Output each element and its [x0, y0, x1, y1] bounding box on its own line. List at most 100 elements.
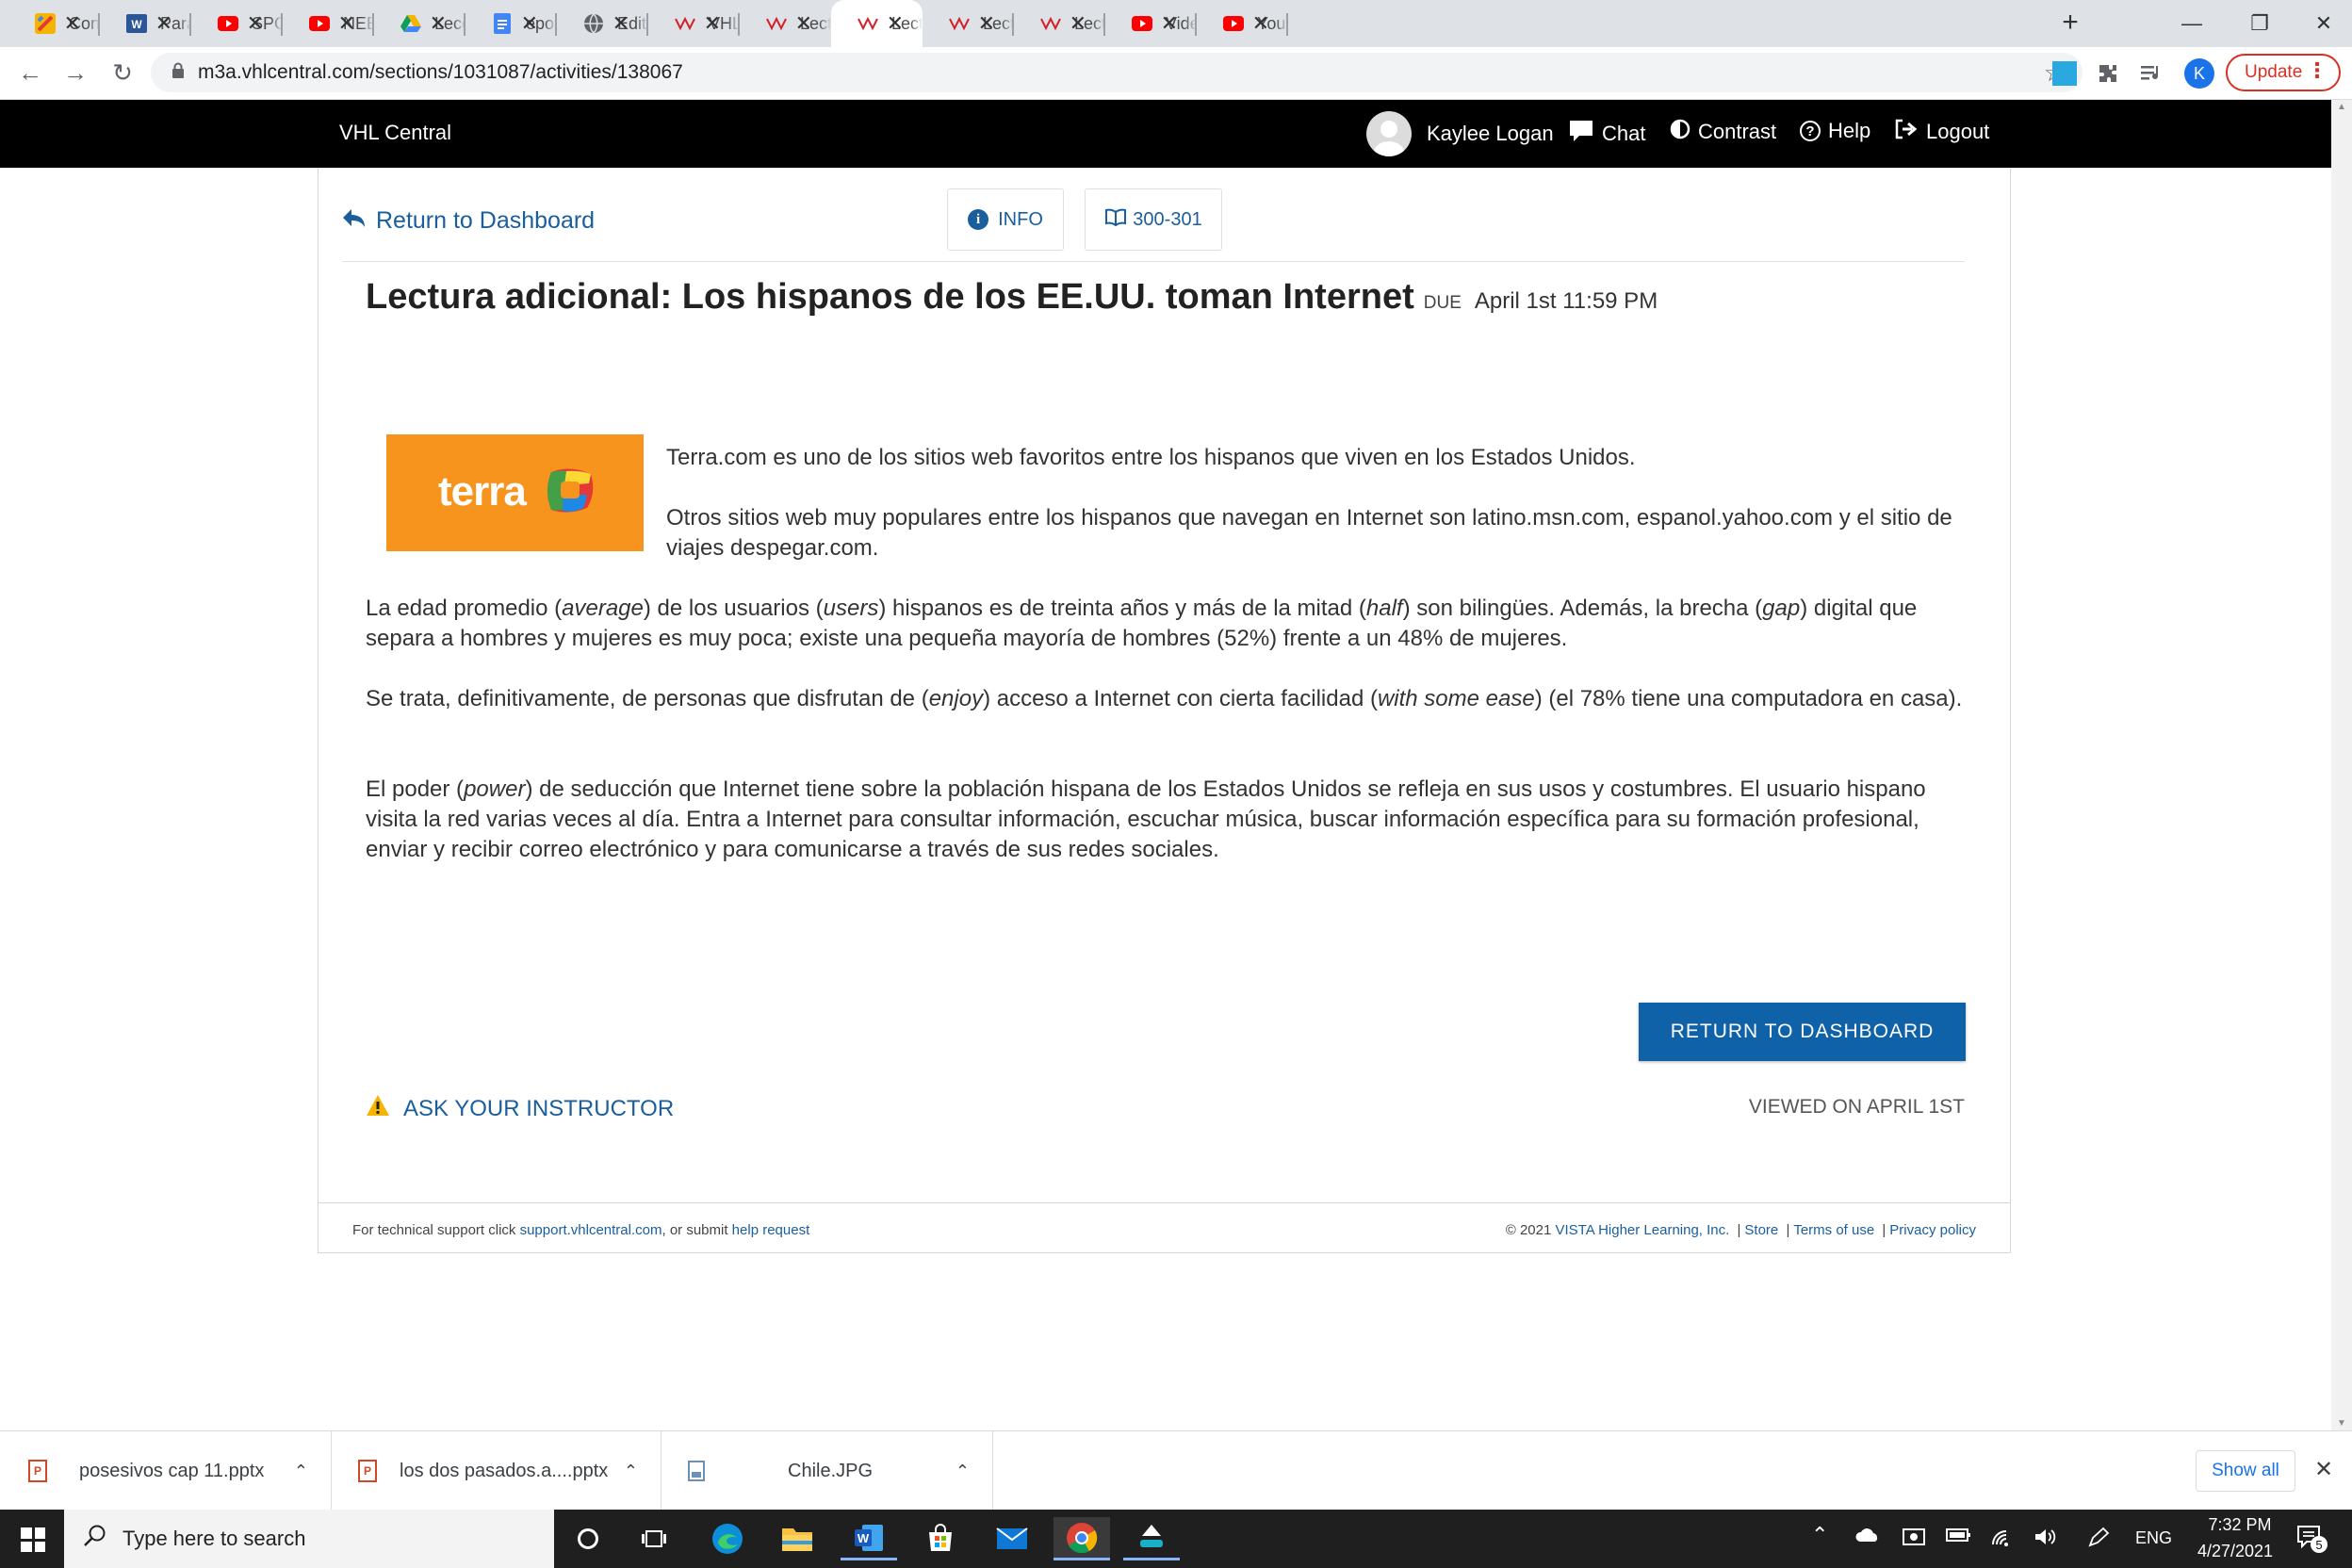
- browser-tab[interactable]: VHL Ce✕: [648, 0, 740, 47]
- windows-start-icon[interactable]: [21, 1527, 45, 1552]
- file-explorer-icon[interactable]: [769, 1517, 825, 1560]
- word-icon: W: [126, 13, 147, 34]
- download-item[interactable]: Chile.JPG ⌃: [662, 1431, 993, 1511]
- app-icon[interactable]: [1123, 1517, 1180, 1560]
- due-label: DUE: [1423, 293, 1462, 313]
- close-tab-icon[interactable]: ✕: [521, 11, 538, 36]
- close-tab-icon[interactable]: ✕: [1252, 11, 1269, 36]
- browser-tab[interactable]: Lectura✕: [923, 0, 1014, 47]
- url-text: m3a.vhlcentral.com/sections/1031087/acti…: [198, 61, 683, 83]
- company-link[interactable]: VISTA Higher Learning, Inc.: [1556, 1222, 1730, 1238]
- browser-tab[interactable]: Lectura✕: [1014, 0, 1105, 47]
- browser-tab[interactable]: Leccion✕: [374, 0, 466, 47]
- close-tab-icon[interactable]: ✕: [247, 11, 264, 36]
- forward-button[interactable]: →: [58, 58, 92, 88]
- minimize-button[interactable]: —: [2158, 0, 2226, 47]
- due-date: April 1st 11:59 PM: [1474, 288, 1658, 314]
- info-icon: i: [968, 209, 989, 230]
- restore-button[interactable]: ❐: [2226, 0, 2294, 47]
- support-link[interactable]: support.vhlcentral.com: [520, 1222, 662, 1238]
- meet-now-icon[interactable]: [1902, 1527, 1926, 1553]
- clock-time[interactable]: 7:32 PM: [2197, 1515, 2282, 1535]
- browser-tab[interactable]: WPara el✕: [100, 0, 191, 47]
- return-to-dashboard-button[interactable]: RETURN TO DASHBOARD: [1639, 1003, 1966, 1061]
- cortana-icon[interactable]: [560, 1517, 616, 1560]
- volume-icon[interactable]: [2034, 1527, 2058, 1553]
- close-tab-icon[interactable]: ✕: [1161, 11, 1178, 36]
- browser-tab[interactable]: Edit Pa✕: [557, 0, 648, 47]
- reload-button[interactable]: ↻: [106, 58, 139, 88]
- browser-tab[interactable]: NEEM ✕: [283, 0, 374, 47]
- word-icon[interactable]: W: [841, 1517, 897, 1560]
- mail-icon[interactable]: [984, 1517, 1040, 1560]
- close-tab-icon[interactable]: ✕: [978, 11, 995, 36]
- download-item[interactable]: P posesivos cap 11.pptx ⌃: [0, 1431, 332, 1511]
- info-button[interactable]: i INFO: [947, 188, 1064, 251]
- close-tab-icon[interactable]: ✕: [612, 11, 629, 36]
- close-tab-icon[interactable]: ✕: [155, 11, 172, 36]
- close-tab-icon[interactable]: ✕: [1070, 11, 1086, 36]
- globe-icon: [583, 13, 604, 34]
- page-scrollbar[interactable]: ▲ ▼: [2331, 100, 2352, 1430]
- close-shelf-icon[interactable]: ✕: [2314, 1456, 2333, 1483]
- address-bar[interactable]: m3a.vhlcentral.com/sections/1031087/acti…: [151, 53, 2082, 92]
- extension-icon[interactable]: [2050, 59, 2079, 88]
- help-request-link[interactable]: help request: [732, 1222, 810, 1238]
- puzzle-icon[interactable]: [2094, 59, 2122, 88]
- textbook-pages-button[interactable]: 300-301: [1085, 188, 1222, 251]
- help-link[interactable]: ? Help: [1800, 119, 1870, 143]
- edge-icon[interactable]: [699, 1517, 756, 1560]
- browser-tab[interactable]: eportfo✕: [466, 0, 557, 47]
- new-tab-button[interactable]: +: [2054, 8, 2086, 40]
- browser-tab[interactable]: SPOT Ti✕: [191, 0, 283, 47]
- update-button[interactable]: Update ⋮: [2226, 54, 2341, 91]
- download-item[interactable]: P los dos pasados.a....pptx ⌃: [332, 1431, 662, 1511]
- chat-link[interactable]: Chat: [1568, 119, 1645, 149]
- close-tab-icon[interactable]: ✕: [430, 11, 447, 36]
- notification-center-icon[interactable]: 5: [2295, 1523, 2328, 1557]
- user-menu[interactable]: Kaylee Logan: [1366, 111, 1554, 156]
- contrast-toggle[interactable]: Contrast: [1670, 119, 1776, 145]
- chevron-up-icon[interactable]: ⌃: [956, 1462, 970, 1481]
- show-all-downloads-button[interactable]: Show all: [2196, 1450, 2295, 1492]
- battery-icon[interactable]: [1945, 1527, 1971, 1549]
- browser-tab[interactable]: Content✕: [8, 0, 100, 47]
- browser-tab[interactable]: Video ✕: [1105, 0, 1197, 47]
- ask-instructor-link[interactable]: ASK YOUR INSTRUCTOR: [366, 1094, 674, 1123]
- terms-link[interactable]: Terms of use: [1793, 1222, 1874, 1238]
- return-to-dashboard-link[interactable]: Return to Dashboard: [342, 207, 595, 235]
- browser-tab[interactable]: Lectura✕: [740, 0, 831, 47]
- taskbar-search[interactable]: Type here to search: [64, 1510, 554, 1568]
- back-button[interactable]: ←: [13, 58, 47, 88]
- onedrive-icon[interactable]: [1854, 1527, 1881, 1549]
- close-tab-icon[interactable]: ✕: [64, 11, 81, 36]
- chevron-up-icon[interactable]: ⌃: [294, 1462, 308, 1481]
- wifi-icon[interactable]: [1990, 1527, 2015, 1553]
- contrast-label: Contrast: [1698, 120, 1777, 143]
- store-link[interactable]: Store: [1744, 1222, 1778, 1238]
- body-paragraph-2: Se trata, definitivamente, de personas q…: [366, 686, 1963, 711]
- profile-avatar[interactable]: K: [2184, 58, 2214, 89]
- brand-name: VHL Central: [339, 121, 452, 144]
- logout-icon: [1894, 119, 1919, 145]
- youtube-icon: [309, 13, 330, 34]
- browser-tab[interactable]: YouTub✕: [1197, 0, 1288, 47]
- clock-date[interactable]: 4/27/2021: [2186, 1542, 2284, 1561]
- close-tab-icon[interactable]: ✕: [887, 11, 904, 36]
- close-window-button[interactable]: ✕: [2290, 0, 2352, 47]
- browser-tab[interactable]: Lectura✕: [831, 0, 923, 47]
- task-view-icon[interactable]: [626, 1517, 682, 1560]
- pen-icon[interactable]: [2086, 1527, 2111, 1555]
- store-icon[interactable]: [912, 1517, 969, 1560]
- close-tab-icon[interactable]: ✕: [795, 11, 812, 36]
- logout-link[interactable]: Logout: [1894, 119, 1989, 145]
- search-icon: [83, 1524, 107, 1554]
- close-tab-icon[interactable]: ✕: [704, 11, 721, 36]
- language-indicator[interactable]: ENG: [2135, 1528, 2172, 1548]
- privacy-link[interactable]: Privacy policy: [1889, 1222, 1976, 1238]
- chevron-up-icon[interactable]: ⌃: [1811, 1523, 1828, 1547]
- reading-list-icon[interactable]: [2137, 59, 2165, 88]
- close-tab-icon[interactable]: ✕: [338, 11, 355, 36]
- chevron-up-icon[interactable]: ⌃: [624, 1462, 638, 1481]
- chrome-icon[interactable]: [1054, 1517, 1110, 1560]
